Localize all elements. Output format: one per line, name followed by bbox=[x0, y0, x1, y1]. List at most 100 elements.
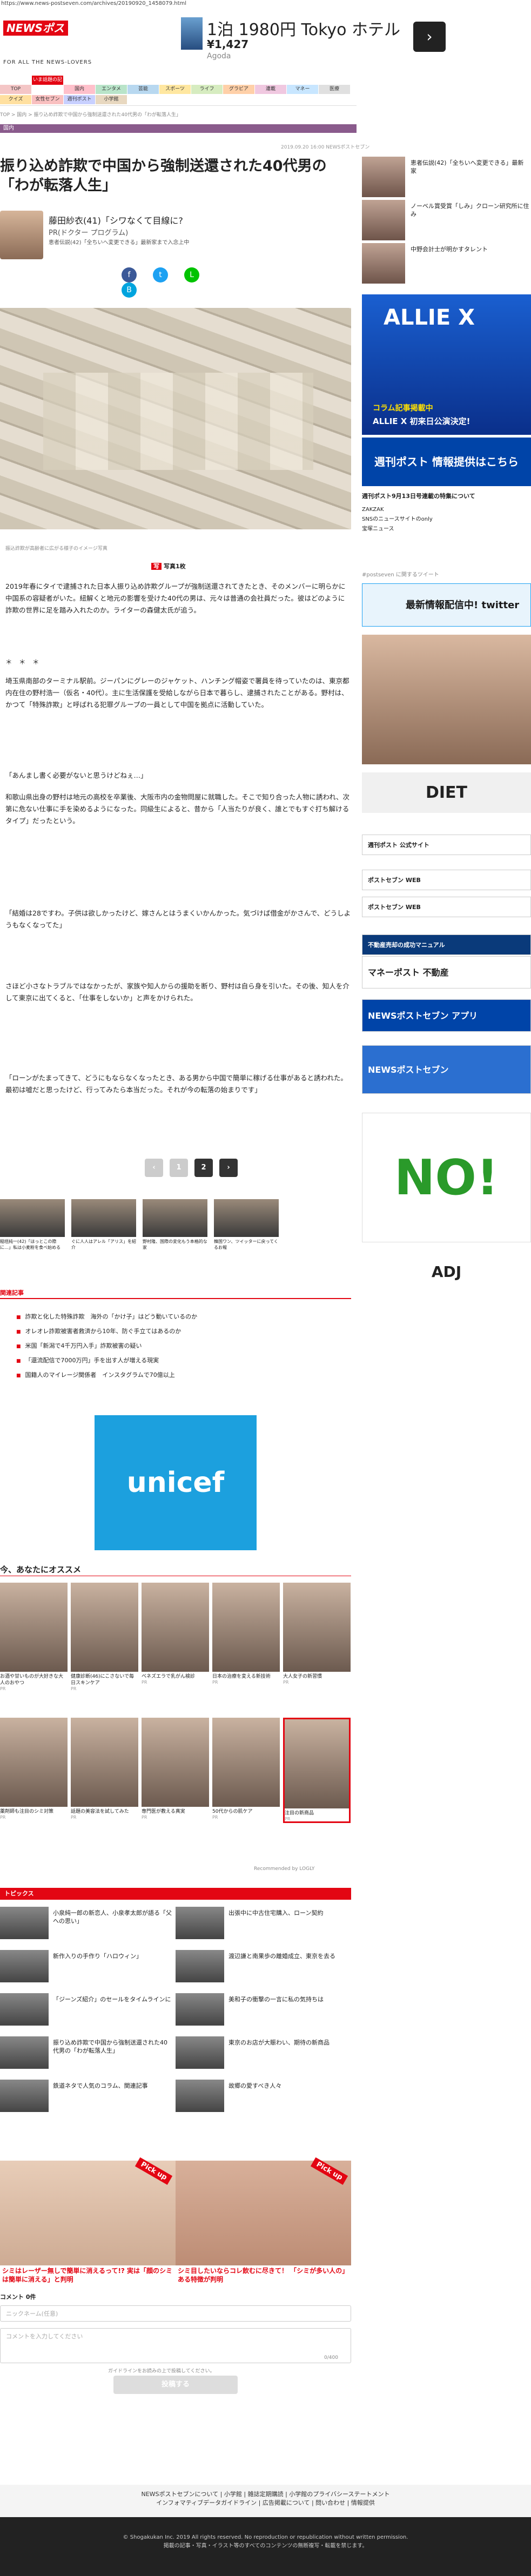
nav-item[interactable]: グラビア bbox=[223, 85, 254, 94]
side-mini-banner[interactable]: 週刊ポスト 公式サイト bbox=[362, 835, 531, 855]
recommend-item[interactable]: 50代からの肌ケア PR bbox=[212, 1718, 280, 1820]
topic-item[interactable]: 小泉純一郎の新恋人、小泉孝太郎が語る「父への思い」 bbox=[0, 1907, 176, 1945]
unicef-ad[interactable]: unicef bbox=[95, 1415, 257, 1550]
recommend-item[interactable]: 話題の美容法を試してみた PR bbox=[71, 1718, 138, 1820]
article-paragraph: 「結婚は28ですわ。子供は欲しかったけど、嫁さんとはうまくいかんかった。気づけば… bbox=[5, 909, 351, 929]
side-rank-item[interactable]: ノーベル賞受賞「しみ」クローン研究所に住み bbox=[362, 200, 531, 240]
nav-item[interactable]: エンタメ bbox=[96, 85, 127, 94]
side-ad[interactable] bbox=[362, 635, 531, 764]
recommend-heading: 今、あなたにオススメ bbox=[0, 1565, 82, 1575]
side-mini-banner[interactable]: ポストセブン WEB bbox=[362, 870, 531, 890]
side-mini-banner[interactable]: NEWSポストセブン bbox=[362, 1045, 531, 1094]
related-item[interactable]: 野村隆、国際の変化もう本格的な家 bbox=[143, 1199, 207, 1250]
nav-item[interactable]: TOP bbox=[0, 85, 31, 94]
page-2[interactable]: 2 bbox=[194, 1159, 213, 1177]
copyright: © Shogakukan Inc. 2019 All rights reserv… bbox=[123, 2534, 408, 2540]
related-link[interactable]: オレオレ詐欺被害者救済から10年、防ぐ手立てはあるのか bbox=[16, 1324, 197, 1339]
allie-x-ad[interactable]: ALLIE X コラム記事掲載中 ALLIE X 初来日公演決定! bbox=[362, 294, 531, 435]
next-page-icon[interactable]: › bbox=[219, 1159, 238, 1177]
bookmark-icon[interactable]: B bbox=[122, 283, 137, 298]
recommend-item[interactable]: 注目の新商品 PR bbox=[283, 1718, 351, 1823]
tip-off-banner[interactable]: 週刊ポスト 情報提供はこちら bbox=[362, 438, 531, 486]
nickname-field[interactable]: ニックネーム(任意) bbox=[0, 2305, 351, 2322]
side-link[interactable]: SNSのニュースサイトのonly bbox=[362, 515, 531, 524]
prev-page-icon[interactable]: ‹ bbox=[145, 1159, 163, 1177]
author-name[interactable]: 藤田紗衣(41)「シワなくて目線に? bbox=[49, 213, 183, 226]
divider bbox=[0, 105, 357, 106]
nav-item[interactable]: 小学館 bbox=[96, 95, 127, 104]
related-item[interactable]: 韓国ワン、ツイッターに戻ってくるお報 bbox=[214, 1199, 279, 1250]
side-link[interactable]: ZAKZAK bbox=[362, 505, 531, 515]
pagination: ‹ 1 2 › bbox=[145, 1159, 244, 1177]
side-link[interactable]: 宝塚ニュース bbox=[362, 524, 531, 534]
related-link[interactable]: 詐欺と化した特殊詐欺 海外の「かけ子」はどう動いているのか bbox=[16, 1310, 198, 1324]
article-paragraph: ＊ ＊ ＊ bbox=[5, 658, 39, 666]
nav-item[interactable]: 芸能 bbox=[127, 85, 159, 94]
author-avatar[interactable] bbox=[0, 211, 43, 259]
topic-item[interactable]: 「ジーンズ紹介」のセールをタイムラインに bbox=[0, 1993, 176, 2031]
main-image[interactable] bbox=[0, 308, 351, 529]
related-item[interactable]: ぐに人人はアレル「アリス」を紹介 bbox=[71, 1199, 136, 1250]
recommend-item[interactable]: 大人女子の新習慣 PR bbox=[283, 1583, 351, 1685]
twitter-banner[interactable]: 最新情報配信中! twitter bbox=[362, 583, 531, 627]
diet-ad[interactable]: DIET bbox=[362, 772, 531, 813]
topic-item[interactable]: 出張中に中古住宅購入、ローン契約 bbox=[176, 1907, 351, 1945]
breadcrumb[interactable]: TOP > 国内 > 振り込め詐欺で中国から強制送還された40代男の「わが転落人… bbox=[0, 111, 181, 118]
recommend-item[interactable]: 専門医が教える真実 PR bbox=[142, 1718, 209, 1820]
topic-item[interactable]: 振り込め詐欺で中国から強制送還された40代男の「わが転落人生」 bbox=[0, 2036, 176, 2074]
recommend-item[interactable]: お酒や甘いものが大好きな大人のおやつ PR bbox=[0, 1583, 68, 1691]
nav-item[interactable]: いま話題の記事 bbox=[32, 76, 63, 92]
topic-item[interactable]: 東京のお店が大賑わい、期待の新商品 bbox=[176, 2036, 351, 2074]
page-1[interactable]: 1 bbox=[170, 1159, 188, 1177]
topic-item[interactable]: 故郷の愛すべき人々 bbox=[176, 2080, 351, 2117]
related-link[interactable]: 国籍人のマイレージ関係者 インスタグラムで70億以上 bbox=[16, 1368, 197, 1383]
top-ad[interactable]: 1泊 1980円 Tokyo ホテル ¥1,427 Agoda › bbox=[181, 12, 446, 66]
recommend-item[interactable]: 薬剤師も注目のシミ対策 PR bbox=[0, 1718, 68, 1820]
site-logo[interactable]: NEWSポスト セブン bbox=[3, 21, 68, 50]
side-mini-banner[interactable]: 不動産売却の成功マニュアル bbox=[362, 934, 531, 955]
facebook-icon[interactable]: f bbox=[122, 267, 137, 283]
category-bar[interactable]: 国内 bbox=[0, 124, 357, 133]
topic-item[interactable]: 渡辺謙と南果歩の離婚成立、東京を去る bbox=[176, 1950, 351, 1988]
topic-item[interactable]: 新作入りの手作り「ハロウィン」 bbox=[0, 1950, 176, 1988]
recommend-item[interactable]: ベネズエラで乳がん検診 PR bbox=[142, 1583, 209, 1685]
comment-field[interactable]: コメントを入力してください bbox=[0, 2328, 351, 2363]
related-item[interactable]: 稲垣純一(42)「ほっとこの際に…」私は小麦粉を食べ始める bbox=[0, 1199, 65, 1250]
no-ad[interactable]: NO! bbox=[362, 1113, 531, 1242]
photo-count[interactable]: 写写真1枚 bbox=[151, 562, 186, 570]
nav-item[interactable]: 女性セブン bbox=[32, 95, 63, 104]
side-mini-banner[interactable]: マネーポスト 不動産 bbox=[362, 956, 531, 988]
side-rank-item[interactable]: 恵者伝説(42)「全ちいへ変更できる」最新家 bbox=[362, 157, 531, 197]
nav-item[interactable]: クイズ bbox=[0, 95, 31, 104]
related-link[interactable]: 「還流配信で7000万円」手を出す人が増える現実 bbox=[16, 1354, 197, 1368]
nav-item[interactable]: 医療 bbox=[319, 85, 350, 94]
recommend-item[interactable]: 日本の治療を変える新技術 PR bbox=[212, 1583, 280, 1685]
nav-item[interactable]: マネー bbox=[287, 85, 318, 94]
nav-item[interactable]: 連載 bbox=[255, 85, 286, 94]
recommended-by[interactable]: Recommended by LOGLY bbox=[254, 1866, 314, 1872]
footer-links[interactable]: インフォマティブデータガイドライン | 広告掲載について | 問い合わせ | 情… bbox=[0, 2499, 531, 2507]
related-link[interactable]: 米国「新潟で4千万円入手」詐欺被害の疑い bbox=[16, 1339, 197, 1354]
twitter-icon[interactable]: t bbox=[153, 267, 168, 283]
topic-item[interactable]: 鉄道ネタで人気のコラム、関連記事 bbox=[0, 2080, 176, 2117]
footer-links[interactable]: NEWSポストセブンについて | 小学館 | 雑誌定期購読 | 小学館のプライバ… bbox=[0, 2490, 531, 2499]
pickup-banner[interactable]: Pick up シミ目したいならコレ飲むに尽きて！ 「シミが多い人の」ある特徴が判… bbox=[176, 2157, 351, 2285]
submit-button[interactable]: 投稿する bbox=[113, 2376, 238, 2394]
topic-item[interactable]: 美和子の衝撃の一言に私の気持ちは bbox=[176, 1993, 351, 2031]
side-mini-banner[interactable]: ポストセブン WEB bbox=[362, 897, 531, 917]
line-icon[interactable]: L bbox=[184, 267, 199, 283]
nav-item[interactable]: 週刊ポスト bbox=[64, 95, 95, 104]
comment-note[interactable]: ガイドラインをお読みの上で投稿してください。 bbox=[108, 2367, 214, 2374]
author-role: PR(ドクター プログラム) bbox=[49, 229, 129, 237]
ad-arrow-icon[interactable]: › bbox=[413, 22, 446, 52]
nav-item[interactable]: ライフ bbox=[191, 85, 223, 94]
side-links-title: 週刊ポスト9月13日号連載の特集について bbox=[362, 493, 475, 500]
side-rank-item[interactable]: 中野会計士が明かすタレント bbox=[362, 243, 531, 284]
side-links: ZAKZAK SNSのニュースサイトのonly 宝塚ニュース bbox=[362, 505, 531, 534]
recommend-item[interactable]: 健康診断(46)にこさないで毎日スキンケア PR bbox=[71, 1583, 138, 1691]
nav-item[interactable]: スポーツ bbox=[159, 85, 191, 94]
nav-item[interactable]: 国内 bbox=[64, 85, 95, 94]
pickup-banner[interactable]: Pick up シミはレーザー無しで簡単に消えるって!? 実は「顔のシミは簡単に消… bbox=[0, 2157, 176, 2285]
side-mini-banner[interactable]: NEWSポストセブン アプリ bbox=[362, 999, 531, 1032]
adj-logo: ADJ bbox=[431, 1263, 462, 1281]
